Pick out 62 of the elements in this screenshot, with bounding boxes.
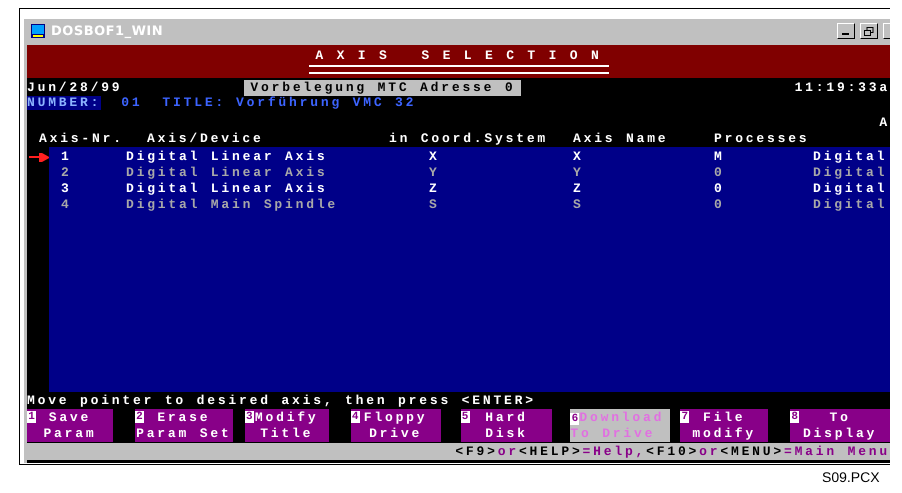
column-header: in Coord.System — [389, 131, 550, 147]
title-label: TITLE: — [162, 96, 226, 110]
key-hint: <F9> — [455, 444, 498, 460]
table-cell-text: M — [714, 149, 726, 165]
function-key-button[interactable]: 4 Floppy Drive — [350, 409, 441, 442]
screen-title: A X I S S E L E C T I O N — [315, 48, 602, 64]
restore-icon — [864, 26, 874, 36]
function-key-button[interactable]: 2 Erase Param Set — [134, 409, 233, 442]
table-cell-text: S — [573, 197, 585, 213]
table-cell-text: X — [429, 149, 441, 165]
table-cell-text: 2 — [61, 165, 73, 181]
hint-text: or — [498, 444, 519, 460]
table-cell-text: Digital Linear Axis — [126, 181, 328, 197]
function-key-button[interactable]: 3 Modify Title — [244, 409, 329, 442]
table-cell-text: Z — [573, 181, 585, 197]
key-hint: <F10> — [646, 444, 700, 460]
window-title: DOSBOF1_WIN — [51, 24, 164, 38]
pointer-arrow-icon — [29, 152, 49, 162]
time-text: 11:19:33a — [794, 80, 890, 96]
number-label: NUMBER: — [27, 96, 102, 110]
table-cell-text: Digital Linear Axis — [126, 149, 328, 165]
table-cell-text: Y — [573, 165, 585, 181]
title-value: Vorführung VMC 32 — [236, 96, 416, 110]
function-key-button[interactable]: 6Download To Drive — [570, 409, 670, 442]
table-cell-text: 0 — [714, 165, 726, 181]
column-header: A — [879, 115, 890, 131]
minimize-button[interactable] — [837, 23, 855, 39]
column-header: Axis Name — [573, 131, 670, 147]
key-hint: <MENU> — [720, 444, 784, 460]
key-hint: <HELP> — [518, 444, 583, 460]
function-key-button[interactable]: 8 To Display — [790, 409, 890, 442]
function-key-button[interactable]: 1 Save Param — [27, 409, 113, 442]
function-key-button[interactable]: 7 File modify — [680, 409, 768, 442]
date-text: Jun/28/99 — [27, 80, 122, 96]
app-icon — [30, 23, 46, 39]
table-cell-text: 0 — [714, 181, 726, 197]
maximize-button[interactable] — [860, 23, 878, 39]
hint-text: or — [699, 444, 720, 460]
function-key-button[interactable]: 5 Hard Disk — [460, 409, 552, 442]
hint-text: =Help, — [582, 444, 646, 460]
number-value: 01 — [121, 96, 142, 110]
table-cell-text: 3 — [61, 181, 73, 197]
table-cell-text: Y — [429, 165, 441, 181]
caption-text: S09.PCX — [822, 469, 880, 485]
table-cell-text: 0 — [714, 197, 726, 213]
table-cell-text: Digital — [813, 181, 888, 197]
table-cell-text: 4 — [61, 197, 73, 213]
table-cell-text: Z — [429, 181, 441, 197]
table-cell-text: Digital Main Spindle — [126, 197, 340, 213]
table-cell-text: 1 — [61, 149, 73, 165]
column-header: Processes — [714, 131, 810, 147]
table-cell-text: X — [573, 149, 585, 165]
table-cell-text: S — [429, 197, 441, 213]
column-header: Axis/Device — [147, 131, 265, 147]
message-text: Move pointer to desired axis, then press <ENTER> — [27, 393, 537, 409]
table-cell-text: Digital Linear Axis — [126, 165, 328, 181]
hint-text: =Main Menu — [784, 444, 890, 460]
column-header: Axis-Nr. — [39, 131, 125, 147]
table-cell-text: Digital — [813, 149, 888, 165]
preset-label: Vorbelegung MTC Adresse 0 — [244, 80, 522, 96]
table-cell-text: Digital — [813, 165, 888, 181]
table-cell-text: Digital — [813, 197, 888, 213]
